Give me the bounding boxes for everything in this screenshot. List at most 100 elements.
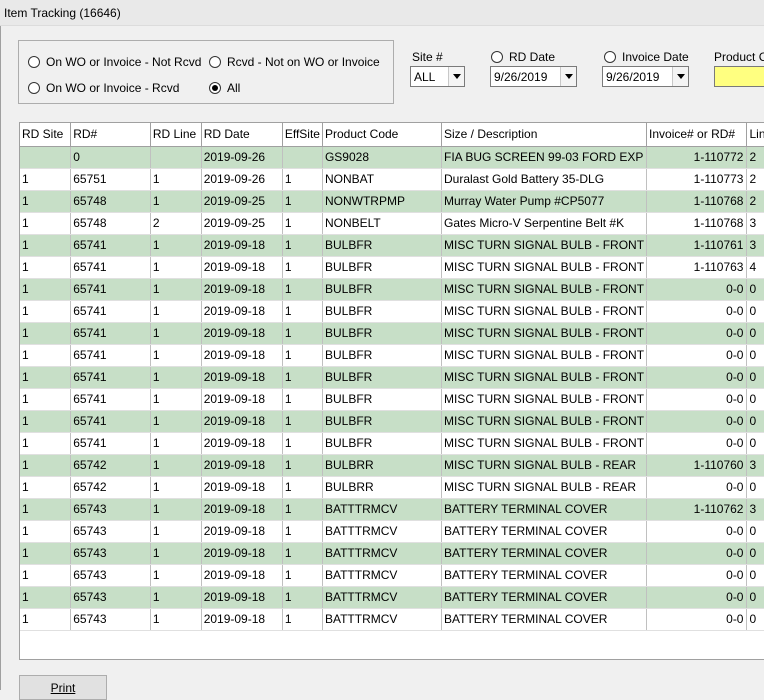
table-row[interactable]: 1 65741 1 2019-09-18 1 BULBFR MISC TURN SIGNAL…: [20, 256, 764, 279]
table-row[interactable]: 1 65741 1 2019-09-18 1 BULBFR MISC TURN SIGNAL…: [20, 278, 764, 301]
filter-rcvd-option[interactable]: On WO or Invoice - Rcvd: [28, 81, 179, 95]
table-cell: 1: [282, 542, 323, 565]
table-row[interactable]: 1 65743 1 2019-09-18 1 BATTTRMCV BATTERY TERMI…: [20, 498, 764, 521]
rd-date-label: RD Date: [509, 50, 556, 64]
table-cell: 2019-09-18: [201, 432, 283, 455]
chevron-down-icon[interactable]: [560, 67, 576, 86]
table-row[interactable]: 1 65741 1 2019-09-18 1 BULBFR MISC TURN SIGNAL…: [20, 388, 764, 411]
table-cell: BATTERY TERMINAL COVER: [441, 542, 648, 565]
table-cell: 1: [20, 256, 72, 279]
table-cell: 0-0: [646, 388, 748, 411]
filter-rcvd-not-on-wo-option[interactable]: Rcvd - Not on WO or Invoice: [209, 55, 380, 69]
column-header[interactable]: Product Code: [322, 123, 443, 147]
table-cell: BULBFR: [322, 278, 443, 301]
table-row[interactable]: 1 65743 1 2019-09-18 1 BATTTRMCV BATTERY TERMI…: [20, 586, 764, 609]
filter-all-option[interactable]: All: [209, 81, 240, 95]
column-header[interactable]: Size / Description: [441, 123, 648, 147]
column-header[interactable]: RD Line: [150, 123, 202, 147]
table-cell: 1: [282, 432, 323, 455]
table-row[interactable]: 1 65741 1 2019-09-18 1 BULBFR MISC TURN SIGNAL…: [20, 366, 764, 389]
table-row[interactable]: 1 65742 1 2019-09-18 1 BULBRR MISC TURN SIGNAL…: [20, 476, 764, 499]
table-cell: 2019-09-25: [201, 212, 283, 235]
table-cell: 0-0: [646, 542, 748, 565]
filter-not-rcvd-label: On WO or Invoice - Not Rcvd: [46, 55, 202, 69]
table-cell: 65741: [70, 410, 151, 433]
table-cell: [20, 146, 72, 169]
table-cell: 1: [150, 520, 202, 543]
table-cell: 65741: [70, 256, 151, 279]
table-cell: 1: [282, 410, 323, 433]
table-cell: 0: [746, 300, 764, 323]
chevron-down-icon[interactable]: [672, 67, 688, 86]
radio-rd-date[interactable]: [491, 51, 503, 63]
table-cell: 65741: [70, 366, 151, 389]
table-cell: Murray Water Pump #CP5077: [441, 190, 648, 213]
table-cell: 1: [150, 234, 202, 257]
table-cell: 65741: [70, 234, 151, 257]
site-select[interactable]: ALL: [410, 66, 465, 87]
table-cell: MISC TURN SIGNAL BULB - FRONT: [441, 234, 648, 257]
table-cell: MISC TURN SIGNAL BULB - FRONT: [441, 410, 648, 433]
table-cell: 1: [282, 388, 323, 411]
radio-not-rcvd[interactable]: [28, 56, 40, 68]
column-header[interactable]: RD#: [70, 123, 151, 147]
column-header[interactable]: Invoice# or RD#: [646, 123, 748, 147]
table-row[interactable]: 1 65741 1 2019-09-18 1 BULBFR MISC TURN SIGNAL…: [20, 344, 764, 367]
radio-invoice-date[interactable]: [604, 51, 616, 63]
table-row[interactable]: 1 65741 1 2019-09-18 1 BULBFR MISC TURN SIGNAL…: [20, 234, 764, 257]
table-header-row: RD Site RD# RD Line RD Date EffSite Product C…: [20, 123, 764, 147]
window-title: Item Tracking (16646): [0, 0, 764, 26]
table-row[interactable]: 1 65751 1 2019-09-26 1 NONBAT Duralast Gold Ba…: [20, 168, 764, 191]
table-cell: 2019-09-26: [201, 146, 283, 169]
product-code-input[interactable]: [714, 66, 764, 87]
print-button[interactable]: Print: [19, 675, 107, 700]
column-header[interactable]: RD Date: [201, 123, 283, 147]
table-cell: 1: [150, 432, 202, 455]
table-row[interactable]: 1 65741 1 2019-09-18 1 BULBFR MISC TURN SIGNAL…: [20, 432, 764, 455]
column-header[interactable]: RD Site: [20, 123, 72, 147]
table-row[interactable]: 1 65748 1 2019-09-25 1 NONWTRPMP Murray Water …: [20, 190, 764, 213]
table-row[interactable]: 1 65742 1 2019-09-18 1 BULBRR MISC TURN SIGNAL…: [20, 454, 764, 477]
table-cell: BULBFR: [322, 322, 443, 345]
table-cell: 1: [20, 344, 72, 367]
table-cell: BULBFR: [322, 344, 443, 367]
table-row[interactable]: 1 65743 1 2019-09-18 1 BATTTRMCV BATTERY TERMI…: [20, 608, 764, 631]
table-cell: 1: [20, 454, 72, 477]
table-cell: Gates Micro-V Serpentine Belt #K: [441, 212, 648, 235]
table-cell: 1: [282, 498, 323, 521]
table-row[interactable]: 1 65741 1 2019-09-18 1 BULBFR MISC TURN SIGNAL…: [20, 300, 764, 323]
table-row[interactable]: 1 65743 1 2019-09-18 1 BATTTRMCV BATTERY TERMI…: [20, 542, 764, 565]
invoice-date-option[interactable]: Invoice Date: [604, 50, 689, 64]
table-cell: 2: [746, 190, 764, 213]
table-row[interactable]: 0 2019-09-26 GS9028 FIA BUG SCREEN 99-03 FO…: [20, 146, 764, 169]
table-cell: BATTTRMCV: [322, 608, 443, 631]
chevron-down-icon[interactable]: [448, 67, 464, 86]
table-cell: BATTTRMCV: [322, 498, 443, 521]
table-cell: NONBAT: [322, 168, 443, 191]
table-cell: MISC TURN SIGNAL BULB - FRONT: [441, 388, 648, 411]
radio-rcvd-not-on-wo[interactable]: [209, 56, 221, 68]
rd-date-picker[interactable]: 9/26/2019: [490, 66, 577, 87]
table-cell: NONBELT: [322, 212, 443, 235]
table-row[interactable]: 1 65741 1 2019-09-18 1 BULBFR MISC TURN SIGNAL…: [20, 322, 764, 345]
table-row[interactable]: 1 65743 1 2019-09-18 1 BATTTRMCV BATTERY TERMI…: [20, 520, 764, 543]
table-cell: BULBFR: [322, 300, 443, 323]
filter-rcvd-label: On WO or Invoice - Rcvd: [46, 81, 180, 95]
invoice-date-picker[interactable]: 9/26/2019: [602, 66, 689, 87]
radio-rcvd[interactable]: [28, 82, 40, 94]
filter-not-rcvd-option[interactable]: On WO or Invoice - Not Rcvd: [28, 55, 201, 69]
table-cell: 1: [20, 212, 72, 235]
column-header[interactable]: EffSite: [282, 123, 323, 147]
table-row[interactable]: 1 65748 2 2019-09-25 1 NONBELT Gates Micro-V S…: [20, 212, 764, 235]
column-header[interactable]: Lin: [746, 123, 764, 147]
radio-all[interactable]: [209, 82, 221, 94]
item-tracking-grid[interactable]: RD Site RD# RD Line RD Date EffSite Product C…: [19, 122, 764, 660]
table-cell: 65741: [70, 344, 151, 367]
rd-date-option[interactable]: RD Date: [491, 50, 555, 64]
table-cell: BATTERY TERMINAL COVER: [441, 498, 648, 521]
table-cell: 65741: [70, 388, 151, 411]
table-row[interactable]: 1 65743 1 2019-09-18 1 BATTTRMCV BATTERY TERMI…: [20, 564, 764, 587]
filter-all-label: All: [227, 81, 241, 95]
table-cell: BULBRR: [322, 476, 443, 499]
table-row[interactable]: 1 65741 1 2019-09-18 1 BULBFR MISC TURN SIGNAL…: [20, 410, 764, 433]
